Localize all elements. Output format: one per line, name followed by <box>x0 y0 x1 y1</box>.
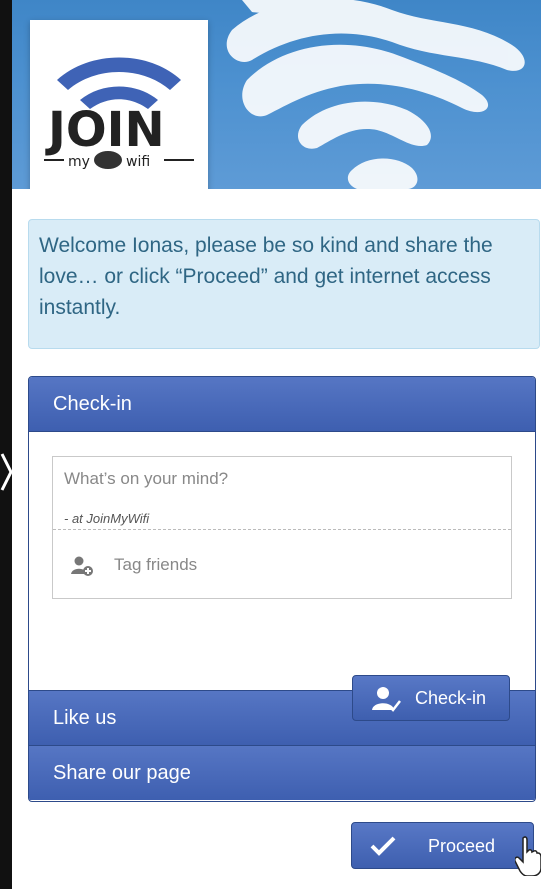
user-plus-icon[interactable] <box>70 555 94 577</box>
checkin-panel: Check-in What’s on your mind? - at JoinM… <box>28 376 536 802</box>
divider <box>53 529 511 530</box>
wifi-logo-icon <box>57 57 181 90</box>
proceed-button-label: Proceed <box>428 836 496 856</box>
proceed-button[interactable]: Proceed <box>351 822 534 869</box>
logo-subtitle-left: my <box>68 154 90 170</box>
checkin-panel-body: What’s on your mind? - at JoinMyWifi Tag… <box>29 432 535 721</box>
logo-word: JOIN <box>45 102 165 158</box>
welcome-message: Welcome Ionas, please be so kind and sha… <box>28 219 540 349</box>
join-my-wifi-logo: JOIN my wifi <box>44 57 194 170</box>
user-check-icon <box>372 687 401 712</box>
logo-subtitle-right: wifi <box>126 154 150 170</box>
checkin-button-label: Check-in <box>415 688 487 708</box>
hand-cursor-icon <box>515 836 541 876</box>
status-composer[interactable]: What’s on your mind? - at JoinMyWifi Tag… <box>52 456 512 599</box>
checkin-button[interactable]: Check-in <box>352 675 510 721</box>
captive-portal-page: JOIN my wifi Welcome Ionas, please be so… <box>12 0 541 889</box>
hero-banner: JOIN my wifi <box>12 0 541 189</box>
checkin-panel-header[interactable]: Check-in <box>29 377 535 432</box>
checkmark-icon <box>370 836 396 856</box>
logo-card: JOIN my wifi <box>30 20 208 189</box>
location-text: - at JoinMyWifi <box>64 511 150 526</box>
share-our-page-section[interactable]: Share our page <box>29 745 535 800</box>
tag-friends-input[interactable]: Tag friends <box>114 555 197 575</box>
composer-placeholder[interactable]: What’s on your mind? <box>64 469 228 489</box>
